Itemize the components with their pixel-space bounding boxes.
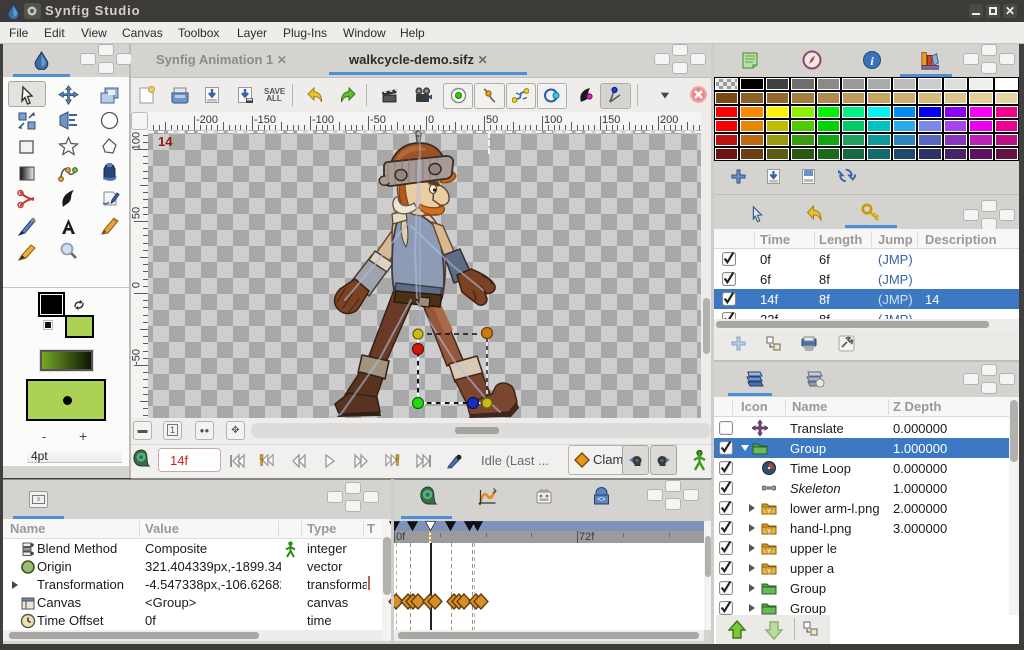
svg-text:<>: <> <box>597 497 605 505</box>
